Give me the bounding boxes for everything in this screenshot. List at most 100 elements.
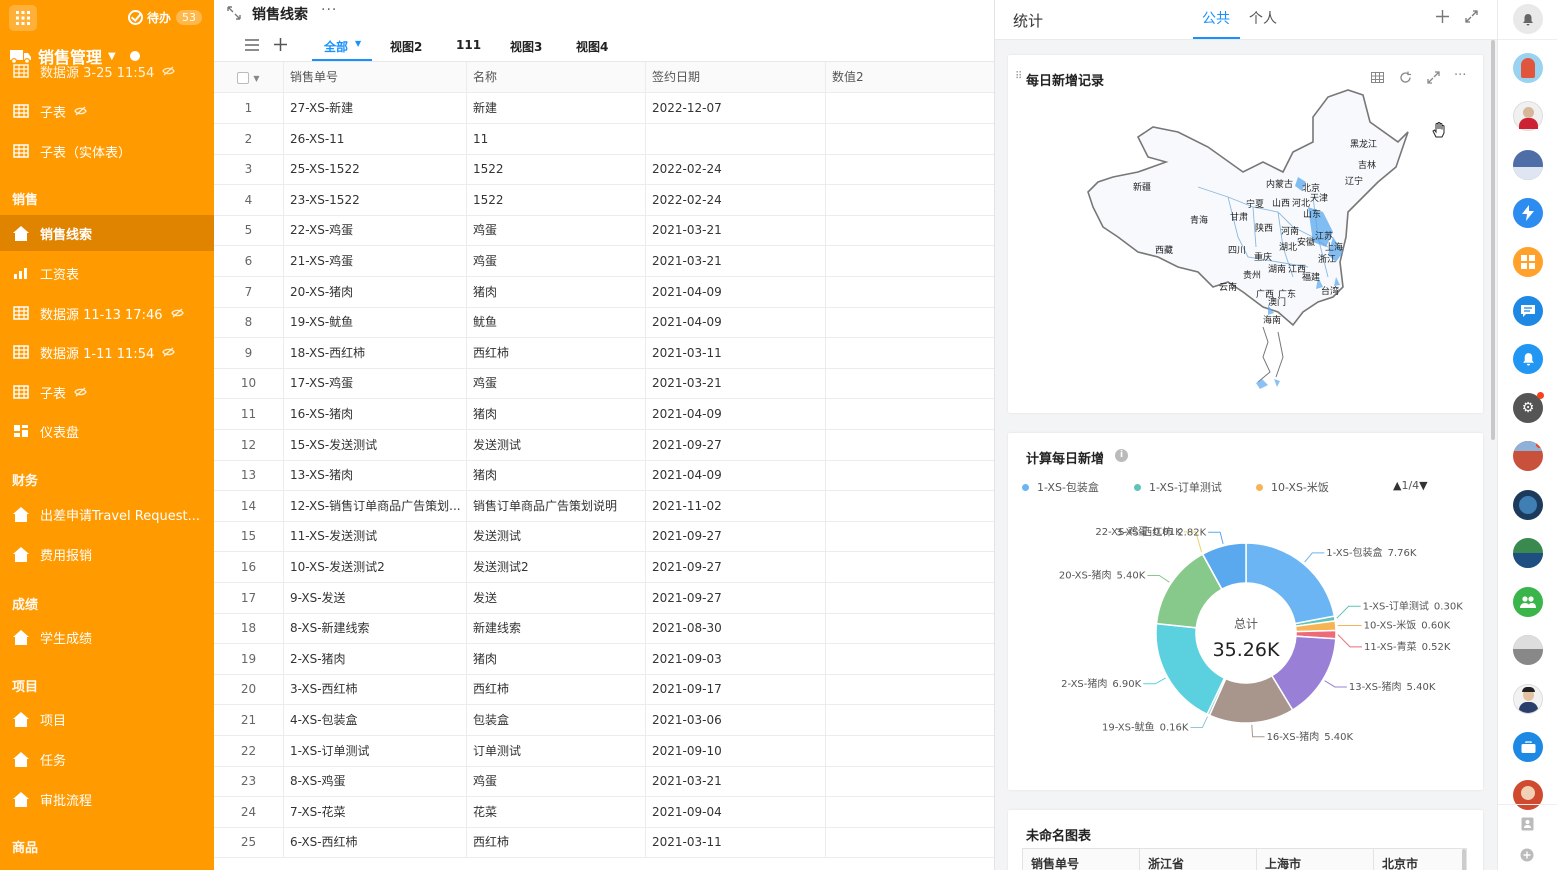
legend-item[interactable]: 10-XS-米饭: [1256, 479, 1329, 495]
avatar[interactable]: [1513, 780, 1543, 810]
drag-handle-icon[interactable]: ⠿: [1015, 71, 1022, 82]
table-cell[interactable]: 2021-04-09: [646, 399, 826, 429]
sidebar-item-expense[interactable]: 费用报销: [0, 536, 214, 572]
table-cell[interactable]: [826, 674, 994, 704]
table-cell[interactable]: 22-XS-鸡蛋: [284, 215, 467, 246]
table-cell[interactable]: 7-XS-花菜: [284, 796, 467, 827]
table-cell[interactable]: 2021-03-21: [646, 215, 826, 246]
sidebar-item-subtable-2[interactable]: 子表: [0, 374, 214, 410]
messages-button[interactable]: [1513, 296, 1543, 326]
table-cell[interactable]: 新建: [467, 93, 646, 123]
avatar[interactable]: [1513, 490, 1543, 520]
table-cell[interactable]: [826, 93, 994, 123]
table-cell[interactable]: 27-XS-新建: [284, 93, 467, 123]
table-cell[interactable]: 9-XS-发送: [284, 582, 467, 613]
table-cell[interactable]: 猪肉: [467, 460, 646, 491]
table-cell[interactable]: 西红柿: [467, 674, 646, 705]
table-cell[interactable]: 2021-04-09: [646, 460, 826, 491]
sidebar-item-datasource-1-11[interactable]: 数据源 1-11 11:54: [0, 334, 214, 370]
table-cell[interactable]: [826, 277, 994, 307]
more-icon[interactable]: ···: [321, 2, 337, 18]
integration-button[interactable]: ⚙: [1513, 392, 1544, 423]
table-cell[interactable]: 8-XS-新建线索: [284, 613, 467, 644]
table-row[interactable]: 9 18-XS-西红柿 西红柿 2021-03-11: [214, 337, 994, 369]
table-cell[interactable]: 13-XS-猪肉: [284, 460, 467, 491]
legend-item[interactable]: 1-XS-包装盒: [1022, 479, 1099, 495]
caret-down-icon[interactable]: ▼: [355, 39, 361, 48]
table-cell[interactable]: [826, 552, 994, 582]
table-cell[interactable]: [826, 766, 994, 796]
table-row[interactable]: 1 27-XS-新建 新建 2022-12-07: [214, 93, 994, 124]
table-cell[interactable]: 西红柿: [467, 337, 646, 368]
table-row[interactable]: 10 17-XS-鸡蛋 鸡蛋 2021-03-21: [214, 368, 994, 400]
table-cell[interactable]: 2021-09-04: [646, 796, 826, 827]
table-cell[interactable]: 2021-03-06: [646, 705, 826, 735]
lightning-app-button[interactable]: [1513, 198, 1543, 228]
table-cell[interactable]: [826, 491, 994, 521]
sidebar-item-approval[interactable]: 审批流程: [0, 781, 214, 817]
table-cell[interactable]: [826, 185, 994, 215]
table-cell[interactable]: 猪肉: [467, 643, 646, 674]
table-cell[interactable]: 包装盒: [467, 705, 646, 735]
table-cell[interactable]: 发送测试2: [467, 552, 646, 582]
table-cell[interactable]: 鸡蛋: [467, 368, 646, 399]
table-cell[interactable]: 鸡蛋: [467, 766, 646, 797]
table-cell[interactable]: [826, 521, 994, 551]
table-row[interactable]: 14 12-XS-销售订单商品广告策划... 销售订单商品广告策划说明 2021-11…: [214, 490, 994, 522]
table-cell[interactable]: [826, 613, 994, 643]
table-cell[interactable]: 4-XS-包装盒: [284, 705, 467, 735]
tab-111[interactable]: 111: [456, 38, 481, 52]
avatar[interactable]: [1513, 150, 1543, 180]
apps-button[interactable]: [1513, 247, 1543, 277]
tab-view3[interactable]: 视图3: [510, 38, 542, 55]
table-cell[interactable]: 2021-03-21: [646, 246, 826, 276]
scrollbar[interactable]: [1462, 849, 1466, 870]
table-cell[interactable]: 1522: [467, 184, 646, 215]
legend-pager[interactable]: ▲1/4▼: [1393, 479, 1428, 492]
notification-button[interactable]: [1513, 4, 1543, 34]
table-cell[interactable]: [826, 827, 994, 857]
tab-private[interactable]: 个人: [1249, 8, 1277, 28]
table-row[interactable]: 3 25-XS-1522 1522 2022-02-24: [214, 154, 994, 186]
table-cell[interactable]: [826, 705, 994, 735]
caret-down-icon[interactable]: ▼: [1419, 479, 1427, 492]
table-row[interactable]: 22 1-XS-订单测试 订单测试 2021-09-10: [214, 735, 994, 767]
info-icon[interactable]: i: [1115, 449, 1128, 462]
table-cell[interactable]: 11: [467, 123, 646, 154]
table-cell[interactable]: 17-XS-鸡蛋: [284, 368, 467, 399]
menu-icon[interactable]: [245, 39, 259, 51]
table-cell[interactable]: [826, 797, 994, 827]
table-row[interactable]: 2 26-XS-11 11: [214, 123, 994, 155]
table-cell[interactable]: 鸡蛋: [467, 246, 646, 276]
pie-slice[interactable]: [1155, 622, 1226, 716]
table-cell[interactable]: [826, 736, 994, 766]
table-cell[interactable]: 2021-03-21: [646, 368, 826, 399]
table-cell[interactable]: 2021-11-02: [646, 490, 826, 521]
table-cell[interactable]: [826, 307, 994, 337]
sidebar-item-task[interactable]: 任务: [0, 741, 214, 777]
table-cell[interactable]: 19-XS-鱿鱼: [284, 307, 467, 338]
table-cell[interactable]: 猪肉: [467, 399, 646, 429]
sidebar-item-dashboard[interactable]: 仪表盘: [0, 413, 214, 449]
expand-icon[interactable]: [1465, 10, 1478, 23]
table-cell[interactable]: 11-XS-发送测试: [284, 521, 467, 552]
pie-slice[interactable]: [1245, 542, 1336, 625]
table-cell[interactable]: [826, 644, 994, 674]
group-button[interactable]: [1513, 587, 1543, 617]
tab-view4[interactable]: 视图4: [576, 38, 608, 55]
column-header[interactable]: 数值2: [826, 62, 994, 92]
table-view-icon[interactable]: [1371, 72, 1384, 83]
table-cell[interactable]: 订单测试: [467, 735, 646, 766]
table-cell[interactable]: [826, 368, 994, 398]
sidebar-item-subtable[interactable]: 子表: [0, 93, 214, 129]
avatar[interactable]: [1513, 635, 1543, 665]
table-cell[interactable]: 2021-03-21: [646, 766, 826, 797]
table-cell[interactable]: 发送: [467, 582, 646, 613]
table-cell[interactable]: 2021-03-11: [646, 827, 826, 858]
table-cell[interactable]: 23-XS-1522: [284, 184, 467, 215]
sidebar-item-project[interactable]: 项目: [0, 701, 214, 737]
table-row[interactable]: 20 3-XS-西红柿 西红柿 2021-09-17: [214, 674, 994, 706]
column-header[interactable]: 销售单号: [284, 62, 467, 92]
plus-icon[interactable]: [274, 38, 287, 51]
donut-chart[interactable]: 1-XS-包装盒 7.76K 1-XS-订单测试 0.30K 10-XS-米饭 0.60K…: [1008, 503, 1483, 783]
